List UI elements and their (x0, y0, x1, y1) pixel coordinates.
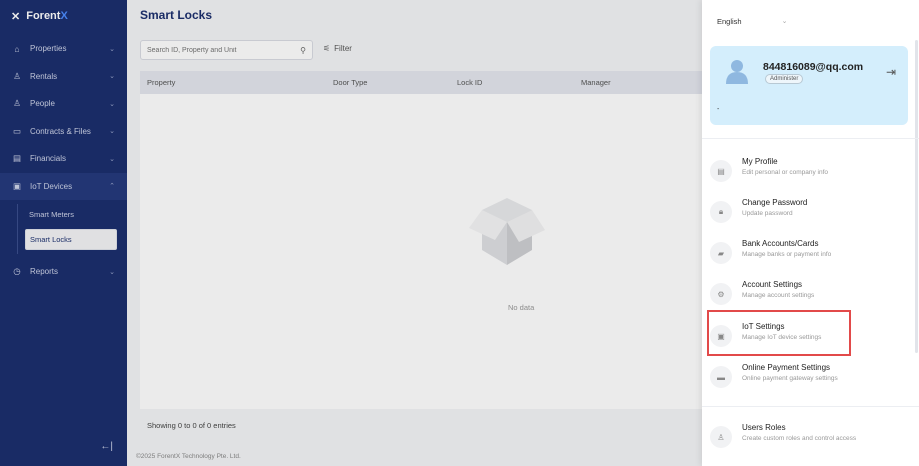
sidebar-item-iot-devices[interactable]: ▣ IoT Devices ⌃ (0, 172, 127, 200)
users-icon: ♙ (710, 426, 732, 448)
sidebar-item-label: Properties (30, 44, 67, 54)
language-value: English (717, 17, 742, 26)
empty-box-icon (469, 198, 545, 265)
brand-logo[interactable]: ✕ ForentX (0, 0, 127, 32)
sidebar-subitem-smart-locks[interactable]: Smart Locks (25, 229, 117, 250)
chevron-down-icon: ⌄ (109, 268, 115, 276)
filter-icon: ⚟ (323, 44, 331, 53)
column-header-lock-id[interactable]: Lock ID (457, 78, 482, 87)
language-select[interactable]: English ⌄ (717, 17, 787, 26)
home-icon: ⌂ (14, 43, 20, 54)
column-header-door-type[interactable]: Door Type (333, 78, 367, 87)
search-icon[interactable]: ⚲ (300, 46, 306, 55)
menu-item-title: Change Password (742, 198, 808, 207)
menu-item-subtitle: Manage account settings (742, 292, 815, 299)
collapse-sidebar-icon[interactable]: ←| (100, 441, 113, 452)
user-card: 844816089@qq.com Administer ⇥ - (710, 46, 908, 125)
menu-item-subtitle: Manage IoT device settings (742, 334, 822, 341)
menu-item-title: Account Settings (742, 280, 803, 289)
menu-item-title: My Profile (742, 157, 778, 166)
chevron-down-icon: ⌄ (109, 100, 115, 108)
sidebar-item-people[interactable]: ♙ People ⌄ (0, 90, 127, 118)
logo-icon: ✕ (11, 10, 21, 23)
menu-item-change-password[interactable]: 🔒︎ Change Password Update password (710, 196, 910, 232)
device-icon: ▣ (12, 180, 22, 191)
sidebar-item-label: Reports (30, 267, 59, 277)
menu-item-bank-accounts[interactable]: ▰ Bank Accounts/Cards Manage banks or pa… (710, 237, 910, 273)
iot-icon: ▣ (710, 325, 732, 347)
logout-icon[interactable]: ⇥ (886, 65, 896, 79)
menu-item-subtitle: Update password (742, 210, 793, 217)
sidebar-item-label: Contracts & Files (30, 126, 91, 136)
chevron-up-icon: ⌃ (109, 183, 115, 191)
document-icon: ▤ (12, 153, 22, 164)
avatar (726, 60, 748, 84)
filter-label: Filter (334, 44, 352, 53)
sidebar-item-properties[interactable]: ⌂ Properties ⌄ (0, 35, 127, 63)
sidebar-item-contracts[interactable]: ▭ Contracts & Files ⌄ (0, 118, 127, 146)
menu-item-online-payment-settings[interactable]: ▬ Online Payment Settings Online payment… (710, 361, 910, 397)
chevron-down-icon: ⌄ (781, 18, 788, 25)
menu-item-title: Bank Accounts/Cards (742, 239, 819, 248)
table-header: Property Door Type Lock ID Manager (140, 71, 702, 94)
sidebar-subitem-smart-meters[interactable]: Smart Meters (25, 204, 117, 225)
menu-item-users-roles[interactable]: ♙ Users Roles Create custom roles and co… (710, 421, 910, 457)
clock-icon: ◷ (13, 266, 21, 277)
menu-item-title: Online Payment Settings (742, 363, 831, 372)
search-input[interactable] (147, 46, 287, 54)
column-header-manager[interactable]: Manager (581, 78, 611, 87)
chevron-down-icon: ⌄ (109, 45, 115, 53)
filter-button[interactable]: ⚟ Filter (323, 44, 352, 53)
sidebar-item-label: Rentals (30, 71, 58, 81)
brand-name-suffix: X (60, 10, 68, 22)
chevron-down-icon: ⌄ (109, 73, 115, 81)
sidebar-item-financials[interactable]: ▤ Financials ⌄ (0, 145, 127, 173)
search-box[interactable]: ⚲ (140, 40, 313, 60)
menu-item-title: IoT Settings (742, 322, 785, 331)
menu-item-subtitle: Online payment gateway settings (742, 375, 838, 382)
profile-drawer: English ⌄ 844816089@qq.com Administer ⇥ … (702, 0, 919, 466)
gear-icon: ⚙ (710, 283, 732, 305)
footer-copyright: ©2025 ForentX Technology Pte. Ltd. (136, 453, 241, 460)
divider (702, 406, 919, 407)
sidebar-subitem-label: Smart Locks (30, 235, 72, 244)
sidebar: ✕ ForentX ⌂ Properties ⌄ ♙ Rentals ⌄ ♙ P… (0, 0, 127, 466)
sidebar-item-label: IoT Devices (30, 181, 73, 191)
user-extra-info: - (717, 106, 720, 113)
sidebar-item-rentals[interactable]: ♙ Rentals ⌄ (0, 63, 127, 91)
main-content: Smart Locks ⚲ ⚟ Filter Property Door Typ… (127, 0, 702, 466)
menu-item-iot-settings[interactable]: ▣ IoT Settings Manage IoT device setting… (710, 320, 910, 356)
pagination-info: Showing 0 to 0 of 0 entries (147, 421, 236, 430)
chevron-down-icon: ⌄ (109, 128, 115, 136)
column-header-property[interactable]: Property (147, 78, 175, 87)
menu-item-subtitle: Manage banks or payment info (742, 251, 832, 258)
page-title: Smart Locks (140, 8, 213, 22)
role-badge: Administer (765, 74, 804, 84)
scrollbar[interactable] (915, 40, 918, 353)
menu-item-account-settings[interactable]: ⚙ Account Settings Manage account settin… (710, 278, 910, 314)
menu-item-subtitle: Create custom roles and control access (742, 435, 857, 442)
iot-submenu: Smart Meters Smart Locks (0, 200, 127, 258)
profile-icon: ▤ (710, 160, 732, 182)
brand-name: Forent (26, 10, 61, 22)
people-icon: ♙ (13, 98, 21, 109)
user-email: 844816089@qq.com (763, 61, 864, 73)
menu-item-title: Users Roles (742, 423, 786, 432)
copyright-text: 2025 ForentX Technology Pte. Ltd. (140, 453, 241, 460)
empty-state-text: No data (508, 303, 535, 312)
card-icon: ▬ (710, 366, 732, 388)
table-body (140, 94, 702, 409)
divider (702, 138, 919, 139)
chevron-down-icon: ⌄ (109, 155, 115, 163)
sidebar-item-label: People (30, 99, 55, 109)
folder-icon: ▭ (12, 125, 22, 136)
menu-item-my-profile[interactable]: ▤ My Profile Edit personal or company in… (710, 155, 910, 191)
sidebar-subitem-label: Smart Meters (29, 210, 75, 219)
bank-icon: ▰ (710, 242, 732, 264)
sidebar-item-reports[interactable]: ◷ Reports ⌄ (0, 258, 127, 286)
menu-item-subtitle: Edit personal or company info (742, 169, 828, 176)
lock-icon: 🔒︎ (710, 201, 732, 223)
person-icon: ♙ (13, 70, 21, 81)
sidebar-item-label: Financials (30, 154, 67, 164)
